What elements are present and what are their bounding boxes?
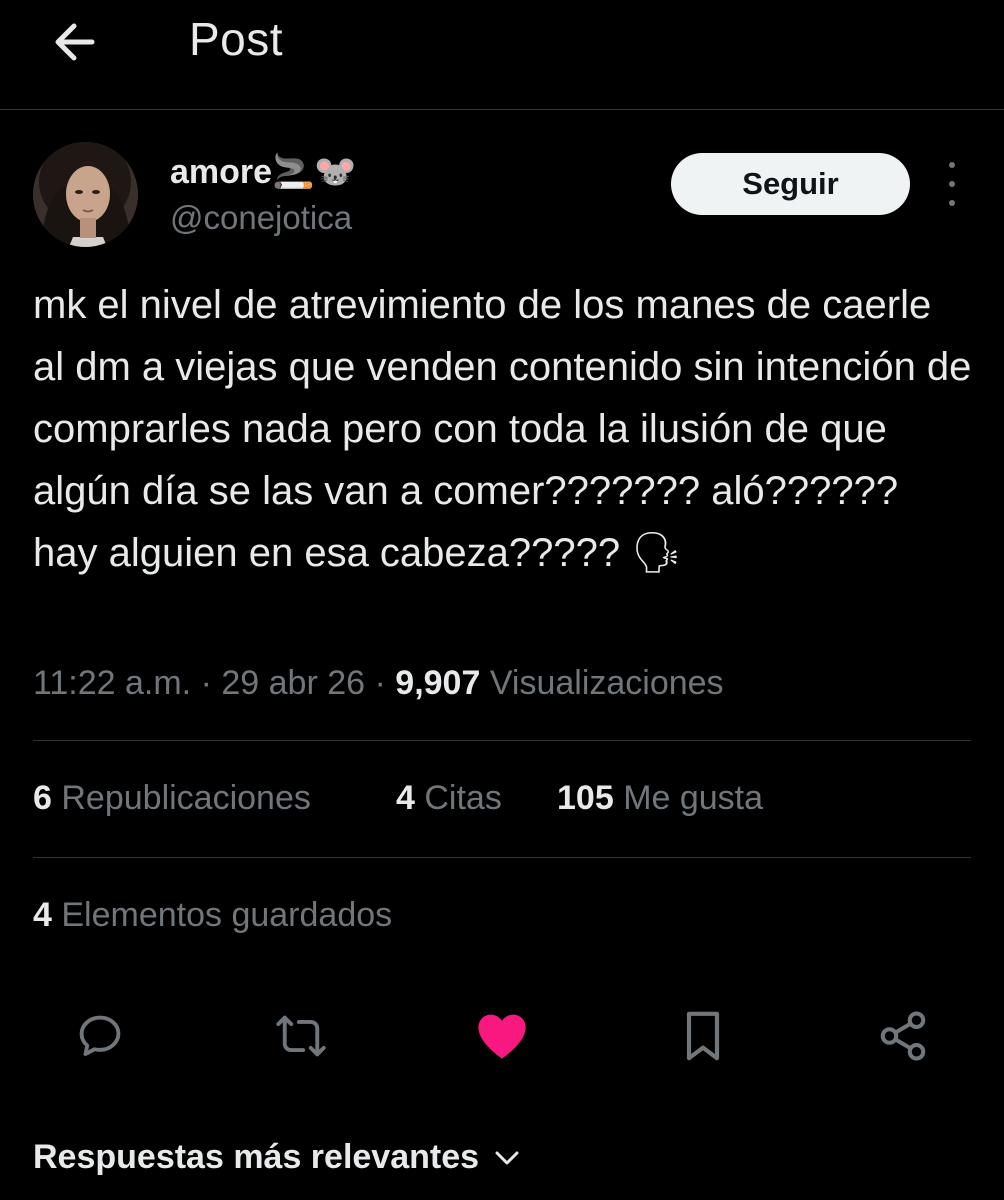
arrow-left-icon: [55, 23, 95, 61]
display-name-text: amore: [170, 153, 273, 191]
author-handle[interactable]: @conejotica: [170, 199, 352, 237]
likes-label: Me gusta: [623, 779, 764, 817]
tweet-time[interactable]: 11:22 a.m.: [33, 664, 191, 702]
reposts-label: Republicaciones: [61, 779, 311, 817]
header-divider: [0, 109, 1004, 110]
quotes-count: 4: [396, 779, 415, 817]
chevron-down-icon: [495, 1151, 519, 1164]
views-count: 9,907: [395, 664, 481, 702]
avatar[interactable]: [33, 142, 138, 247]
avatar-image: [33, 142, 138, 247]
bookmarks-label: Elementos guardados: [61, 896, 393, 934]
quotes-label: Citas: [424, 779, 502, 817]
stats-divider-bottom: [33, 857, 971, 858]
quotes-stat[interactable]: 4 Citas: [396, 779, 502, 818]
author-display-name[interactable]: amore🚬🐭: [170, 152, 357, 192]
page-title: Post: [189, 13, 284, 65]
tweet-text: mk el nivel de atrevimiento de los manes…: [33, 283, 972, 575]
replies-sort-dropdown[interactable]: Respuestas más relevantes: [33, 1138, 521, 1177]
bookmarks-count: 4: [33, 896, 52, 934]
follow-button[interactable]: Seguir: [671, 153, 910, 215]
heart-icon: [478, 1014, 526, 1059]
reply-icon: [79, 1015, 121, 1056]
reposts-count: 6: [33, 779, 52, 817]
repost-icon: [276, 1015, 326, 1057]
more-dot-icon: [949, 181, 955, 187]
display-name-emoji: 🚬🐭: [272, 153, 357, 191]
tweet-meta: 11:22 a.m. · 29 abr 26 · 9,907 Visualiza…: [33, 664, 724, 703]
back-button[interactable]: [46, 14, 102, 70]
repost-button[interactable]: [271, 1006, 331, 1066]
share-button[interactable]: [873, 1006, 933, 1066]
reposts-stat[interactable]: 6 Republicaciones: [33, 779, 311, 818]
more-dot-icon: [949, 200, 955, 206]
likes-stat[interactable]: 105 Me gusta: [557, 779, 763, 818]
more-options-button[interactable]: [938, 162, 966, 206]
stats-divider-top: [33, 740, 971, 741]
likes-count: 105: [557, 779, 614, 817]
meta-separator: ·: [374, 664, 386, 702]
reply-button[interactable]: [70, 1006, 130, 1066]
tweet-date[interactable]: 29 abr 26: [221, 664, 365, 702]
bookmark-button[interactable]: [673, 1006, 733, 1066]
more-dot-icon: [949, 162, 955, 168]
like-button[interactable]: [472, 1006, 532, 1066]
bookmark-icon: [686, 1011, 720, 1061]
bookmarks-stat[interactable]: 4 Elementos guardados: [33, 896, 392, 935]
meta-separator: ·: [200, 664, 212, 702]
views-label: Visualizaciones: [489, 664, 724, 702]
replies-sort-label: Respuestas más relevantes: [33, 1138, 480, 1176]
share-icon: [880, 1011, 926, 1061]
